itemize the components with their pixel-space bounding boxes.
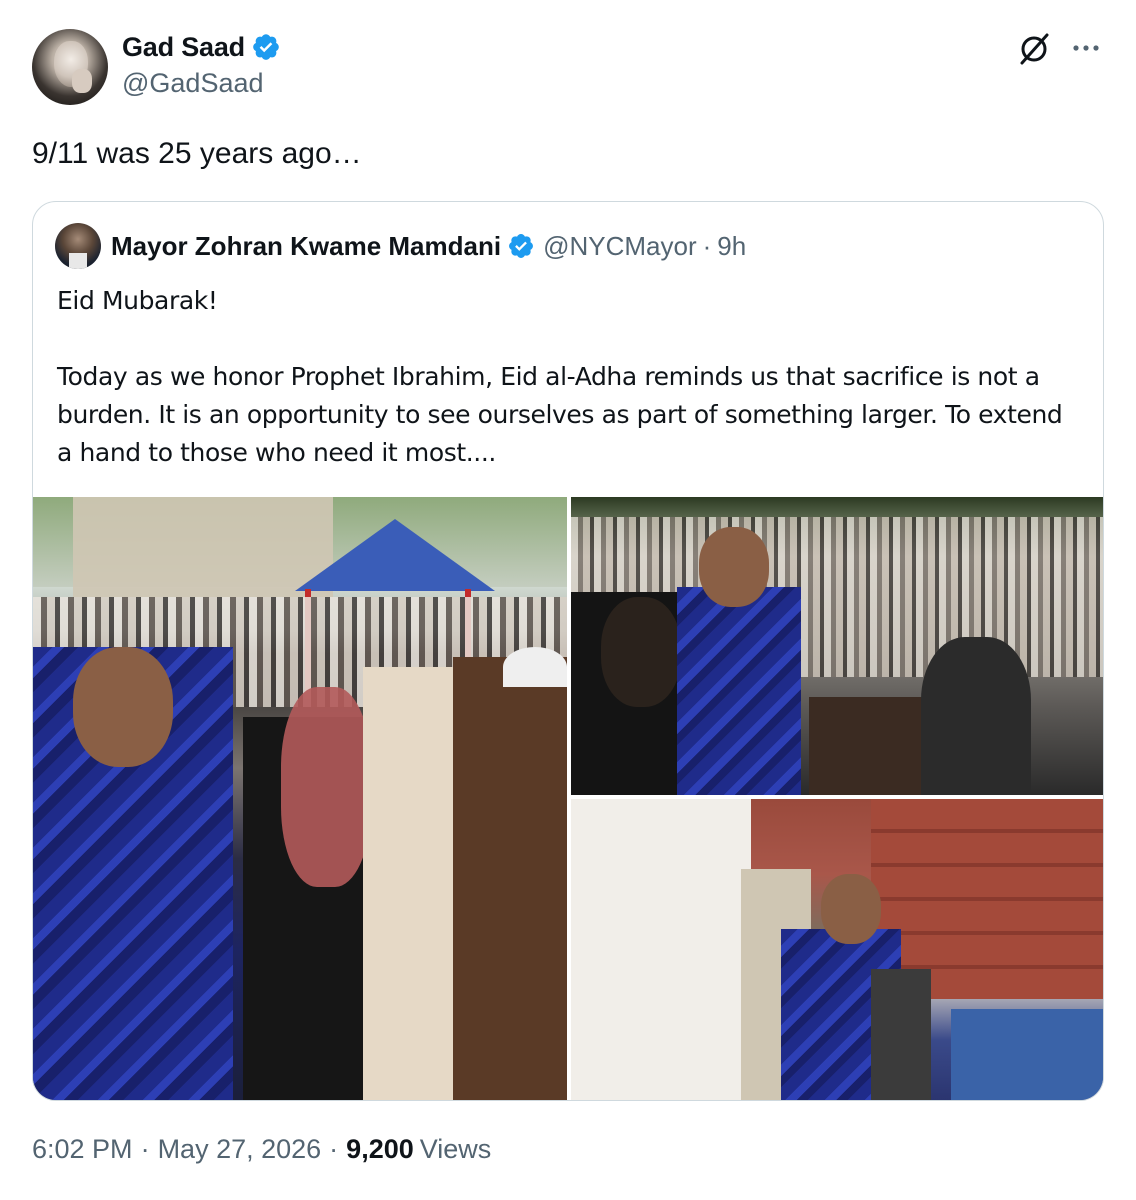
footer-separator: · [140,1133,150,1164]
quoted-verified-badge-icon [509,234,534,258]
grok-icon[interactable] [1016,31,1052,67]
quoted-tweet-paragraph: Today as we honor Prophet Ibrahim, Eid a… [57,362,1063,467]
tweet-footer: 6:02 PM · May 27, 2026 · 9,200 Views [32,1130,491,1168]
views-label: Views [419,1133,492,1164]
quoted-tweet-time[interactable]: 9h [717,231,746,262]
verified-badge-icon [253,34,279,60]
more-options-icon[interactable] [1068,30,1104,66]
media-photo-1[interactable] [33,497,567,1100]
tweet-date[interactable]: May 27, 2026 [158,1134,322,1165]
media-photo-2[interactable] [571,497,1103,795]
quoted-header-separator: · [702,230,712,261]
quoted-tweet-text: Eid Mubarak! Today as we honor Prophet I… [57,282,1077,472]
tweet: Gad Saad @GadSaad 9/11 was 25 years ago…… [0,0,1136,1200]
quoted-tweet-card[interactable]: Mayor Zohran Kwame Mamdani @NYCMayor · 9… [32,201,1104,1101]
quoted-author-display-name[interactable]: Mayor Zohran Kwame Mamdani [111,231,501,262]
quoted-author-handle[interactable]: @NYCMayor [543,231,697,262]
quoted-tweet-media-grid [33,497,1103,1100]
author-display-name[interactable]: Gad Saad [122,32,245,63]
quoted-tweet-paragraph: Eid Mubarak! [57,286,218,315]
quoted-author-avatar[interactable] [55,223,101,269]
quoted-tweet-header: Mayor Zohran Kwame Mamdani @NYCMayor · 9… [111,228,746,264]
author-avatar[interactable] [32,29,108,105]
tweet-timestamp[interactable]: 6:02 PM [32,1134,133,1165]
media-photo-3[interactable] [571,799,1103,1100]
author-handle[interactable]: @GadSaad [122,68,264,99]
views-count[interactable]: 9,200 [346,1134,414,1165]
author-name-row: Gad Saad [122,30,281,64]
footer-separator: · [329,1133,339,1164]
tweet-text: 9/11 was 25 years ago… [32,137,362,170]
